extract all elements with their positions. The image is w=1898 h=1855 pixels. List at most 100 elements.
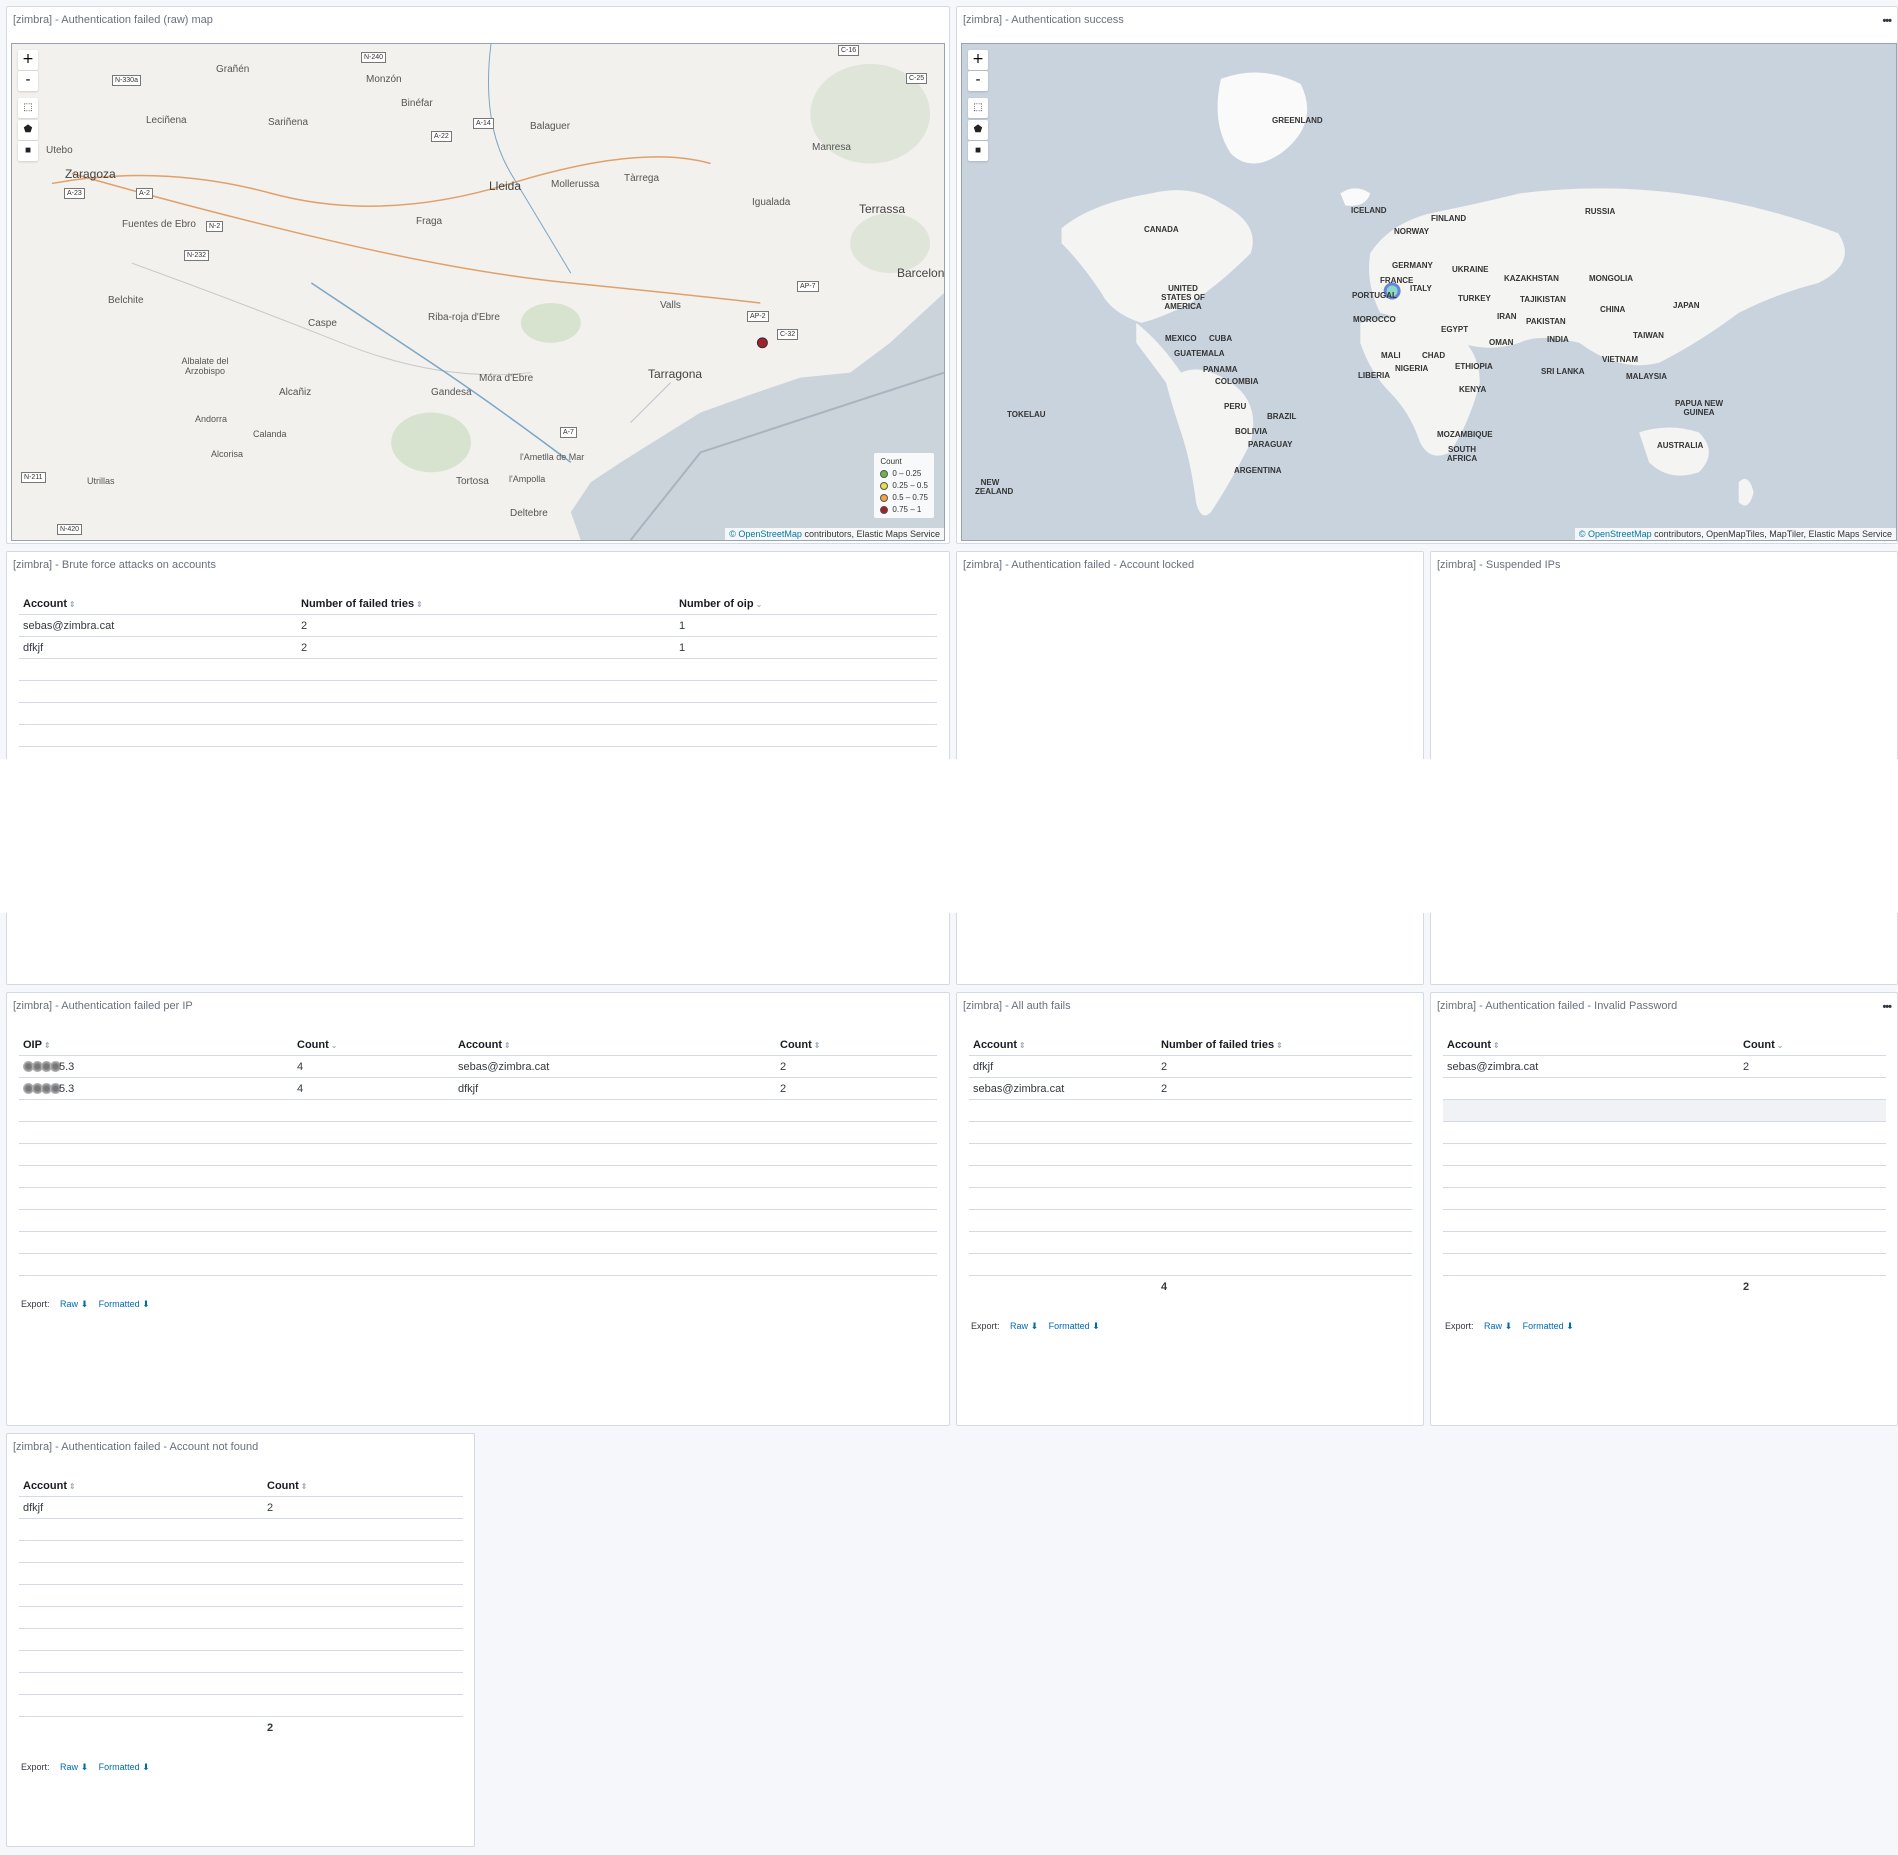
- column-header[interactable]: Number of failed tries ⇕: [297, 594, 675, 615]
- count-cell: 4: [293, 1055, 454, 1078]
- place-label: Tàrrega: [624, 173, 660, 184]
- country-label: CHINA: [1600, 305, 1626, 314]
- count-cell: 2: [1157, 1077, 1412, 1100]
- panel-invalid-password: [zimbra] - Authentication failed - Inval…: [1430, 992, 1898, 1426]
- empty-row: [1443, 1121, 1886, 1144]
- column-header[interactable]: Account ⇕: [969, 1035, 1157, 1056]
- place-label: Andorra: [195, 414, 228, 424]
- place-label: Móra d'Ebre: [479, 373, 534, 384]
- export-raw-button[interactable]: Raw ⬇: [60, 1299, 88, 1309]
- rectangle-draw-icon[interactable]: ■: [18, 141, 38, 161]
- place-label: Fuentes de Ebro: [122, 219, 196, 230]
- country-label: TURKEY: [1458, 294, 1491, 303]
- place-label: Lleida: [489, 179, 522, 193]
- panel-options-icon[interactable]: •••: [1882, 16, 1892, 27]
- column-header[interactable]: Number of oip ⌄: [675, 594, 937, 615]
- place-label: Utebo: [46, 145, 73, 156]
- place-label: Igualada: [752, 197, 791, 208]
- osm-link[interactable]: © OpenStreetMap: [1579, 529, 1652, 539]
- export-label: Export:: [21, 1762, 50, 1772]
- place-label: Riba-roja d'Ebre: [428, 312, 500, 323]
- empty-row: [1443, 1209, 1886, 1232]
- polygon-draw-icon[interactable]: ⬟: [968, 120, 988, 140]
- export-raw-button[interactable]: Raw ⬇: [60, 1762, 88, 1772]
- empty-row: [19, 1253, 937, 1276]
- country-label: RUSSIA: [1585, 207, 1616, 216]
- table-header-row: OIP ⇕ Count ⌄ Account ⇕ Count ⇕: [19, 1035, 937, 1056]
- column-header[interactable]: Account ⇕: [19, 594, 297, 615]
- fit-bounds-icon[interactable]: ⬚: [968, 98, 988, 118]
- country-label: FINLAND: [1431, 214, 1467, 223]
- zoom-in-button[interactable]: +: [968, 50, 988, 70]
- country-label: LIBERIA: [1358, 371, 1390, 380]
- column-header[interactable]: Count ⇕: [263, 1476, 463, 1497]
- country-label: MOROCCO: [1353, 315, 1396, 324]
- export-formatted-button[interactable]: Formatted ⬇: [1523, 1321, 1574, 1331]
- raw-map-point[interactable]: [756, 337, 768, 349]
- ip-suffix: 5.3: [59, 1082, 75, 1095]
- account-cell: dfkjf: [19, 636, 297, 659]
- zoom-out-button[interactable]: -: [18, 71, 38, 91]
- country-label: GREENLAND: [1272, 116, 1323, 125]
- column-header[interactable]: Count ⌄: [1739, 1035, 1886, 1056]
- empty-row: [19, 1143, 937, 1166]
- column-header[interactable]: Count ⌄: [293, 1035, 454, 1056]
- country-label: PORTUGAL: [1352, 291, 1397, 300]
- panel-auth-success-map: [zimbra] - Authentication success ••• GR…: [956, 6, 1898, 544]
- zoom-in-button[interactable]: +: [18, 50, 38, 70]
- column-header[interactable]: Account ⇕: [1443, 1035, 1739, 1056]
- column-header[interactable]: OIP ⇕: [19, 1035, 293, 1056]
- place-label: Fraga: [416, 216, 443, 227]
- world-map[interactable]: GREENLAND ICELAND RUSSIA FINLAND NORWAY …: [961, 43, 1897, 541]
- empty-row: [969, 1231, 1412, 1254]
- country-label: PAPUA NEW GUINEA: [1675, 399, 1723, 417]
- all-auth-fails-table: Account ⇕ Number of failed tries ⇕ dfkjf 2…: [969, 1035, 1412, 1298]
- place-label: Calanda: [253, 429, 287, 439]
- column-header[interactable]: Number of failed tries ⇕: [1157, 1035, 1412, 1056]
- column-header[interactable]: Count ⇕: [776, 1035, 937, 1056]
- panel-options-icon[interactable]: •••: [1882, 1002, 1892, 1013]
- download-icon: ⬇: [80, 1762, 89, 1772]
- fit-bounds-icon[interactable]: ⬚: [18, 98, 38, 118]
- table-header-row: Account ⇕ Number of failed tries ⇕ Number …: [19, 594, 937, 615]
- place-label: l'Ametlla de Mar: [520, 452, 585, 462]
- country-label: NEW ZEALAND: [975, 478, 1014, 496]
- osm-link[interactable]: © OpenStreetMap: [729, 529, 802, 539]
- place-label: Monzón: [366, 74, 402, 85]
- empty-row: [969, 1209, 1412, 1232]
- legend-item: 0.75 – 1: [880, 505, 928, 514]
- place-label: Utrillas: [87, 476, 115, 486]
- count-cell: 2: [263, 1496, 463, 1519]
- polygon-draw-icon[interactable]: ⬟: [18, 120, 38, 140]
- country-label: UNITED STATES OF AMERICA: [1161, 284, 1205, 311]
- legend-swatch: [880, 493, 889, 502]
- region-map[interactable]: Zaragoza Lleida Tarragona Terrassa Barce…: [11, 43, 945, 541]
- export-raw-button[interactable]: Raw ⬇: [1484, 1321, 1512, 1331]
- export-formatted-button[interactable]: Formatted ⬇: [1049, 1321, 1100, 1331]
- export-bar: Export: Raw ⬇ Formatted ⬇: [21, 1299, 150, 1310]
- road-label: N-330a: [112, 75, 141, 86]
- rectangle-draw-icon[interactable]: ■: [968, 141, 988, 161]
- country-label: ARGENTINA: [1234, 466, 1282, 475]
- country-label: CANADA: [1144, 225, 1179, 234]
- export-formatted-button[interactable]: Formatted ⬇: [99, 1762, 150, 1772]
- column-header[interactable]: Account ⇕: [454, 1035, 776, 1056]
- invalid-password-table: Account ⇕ Count ⌄ sebas@zimbra.cat 2 2: [1443, 1035, 1886, 1298]
- map-attribution: © OpenStreetMap contributors, Elastic Ma…: [725, 528, 944, 540]
- country-label: VIETNAM: [1602, 355, 1638, 364]
- column-header[interactable]: Account ⇕: [19, 1476, 263, 1497]
- download-icon: ⬇: [142, 1299, 150, 1309]
- empty-row: [19, 1187, 937, 1210]
- zoom-out-button[interactable]: -: [968, 71, 988, 91]
- export-label: Export:: [1445, 1321, 1474, 1331]
- panel-title: [zimbra] - Authentication failed - Accou…: [13, 1441, 259, 1453]
- empty-row: [19, 1672, 463, 1695]
- place-label: Zaragoza: [65, 167, 116, 181]
- account-cell: dfkjf: [19, 1496, 263, 1519]
- empty-row: [19, 1606, 463, 1629]
- empty-row: [19, 680, 937, 703]
- export-label: Export:: [21, 1299, 50, 1309]
- export-formatted-button[interactable]: Formatted ⬇: [99, 1299, 150, 1309]
- country-label: MALI: [1381, 351, 1401, 360]
- export-raw-button[interactable]: Raw ⬇: [1010, 1321, 1038, 1331]
